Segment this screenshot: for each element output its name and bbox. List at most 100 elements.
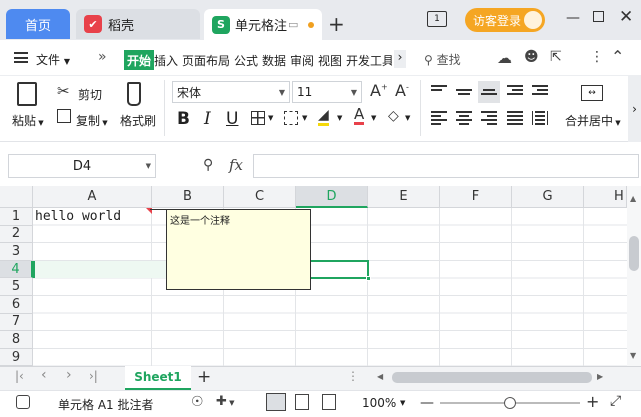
cell-style-icon[interactable] bbox=[284, 111, 298, 125]
tab-data[interactable]: 数据 bbox=[262, 52, 286, 69]
row-header-9[interactable]: 9 bbox=[0, 348, 33, 367]
horizontal-scroll-thumb[interactable] bbox=[392, 372, 592, 383]
tab-page-layout[interactable]: 页面布局 bbox=[182, 52, 230, 69]
align-justify-icon[interactable] bbox=[507, 111, 523, 125]
chevron-down-icon[interactable]: ▼ bbox=[371, 114, 376, 122]
font-color-icon[interactable]: A bbox=[354, 107, 365, 125]
align-bottom-icon[interactable] bbox=[478, 81, 500, 103]
sheet-tab-sheet1[interactable]: Sheet1 bbox=[125, 366, 191, 390]
row-header-1[interactable]: 1 bbox=[0, 208, 33, 226]
tab-view[interactable]: 视图 bbox=[318, 52, 342, 69]
tab-start[interactable]: 开始 bbox=[124, 50, 155, 70]
italic-button[interactable]: I bbox=[204, 109, 211, 129]
sheet-options-icon[interactable]: ⋮ bbox=[347, 369, 359, 383]
format-painter-button[interactable]: 格式刷 bbox=[120, 112, 156, 129]
tab-docer[interactable]: ✔ 稻壳 bbox=[76, 9, 200, 39]
tab-developer[interactable]: 开发工具 bbox=[346, 52, 392, 69]
eye-protection-icon[interactable]: ☉ bbox=[191, 394, 204, 410]
column-header-f[interactable]: F bbox=[440, 186, 512, 208]
zoom-level[interactable]: 100% bbox=[362, 396, 396, 410]
more-menu-icon[interactable]: » bbox=[98, 49, 107, 65]
cloud-icon[interactable]: ☁ bbox=[497, 49, 512, 67]
copy-button[interactable]: 复制 ▼ bbox=[76, 112, 108, 129]
zoom-slider[interactable] bbox=[440, 397, 580, 409]
cut-button[interactable]: 剪切 bbox=[78, 86, 102, 103]
comment-box[interactable]: 这是一个注释 bbox=[166, 209, 311, 290]
zoom-dropdown-icon[interactable]: ▼ bbox=[400, 399, 405, 407]
normal-view-icon[interactable] bbox=[266, 393, 286, 411]
zoom-in-icon[interactable]: + bbox=[586, 392, 599, 411]
maximize-icon[interactable] bbox=[593, 11, 604, 22]
zoom-formula-icon[interactable]: ⚲ bbox=[203, 157, 213, 173]
chevron-down-icon[interactable]: ▼ bbox=[302, 114, 307, 122]
row-header-6[interactable]: 6 bbox=[0, 296, 33, 314]
row-header-4[interactable]: 4 bbox=[0, 260, 33, 279]
macro-record-icon[interactable] bbox=[16, 395, 30, 409]
align-middle-icon[interactable] bbox=[456, 85, 472, 99]
formula-input[interactable] bbox=[253, 154, 639, 178]
column-header-b[interactable]: B bbox=[152, 186, 224, 208]
column-header-h[interactable]: H bbox=[584, 186, 627, 208]
font-size-select[interactable]: 11 ▼ bbox=[292, 81, 362, 103]
column-header-d[interactable]: D bbox=[296, 186, 368, 208]
tab-review[interactable]: 审阅 bbox=[290, 52, 314, 69]
align-left-icon[interactable] bbox=[431, 111, 447, 125]
font-name-select[interactable]: 宋体 ▼ bbox=[172, 81, 290, 103]
column-header-g[interactable]: G bbox=[512, 186, 584, 208]
close-icon[interactable]: ✕ bbox=[619, 7, 633, 27]
collapse-ribbon-icon[interactable]: ⌃ bbox=[611, 47, 624, 66]
merge-center-button[interactable]: 合并居中 ▼ bbox=[565, 112, 621, 129]
align-right-icon[interactable] bbox=[481, 111, 497, 125]
paste-button[interactable]: 粘贴 ▼ bbox=[12, 112, 44, 129]
column-header-c[interactable]: C bbox=[224, 186, 296, 208]
zoom-slider-knob[interactable] bbox=[504, 397, 516, 409]
row-header-5[interactable]: 5 bbox=[0, 278, 33, 296]
more-options-icon[interactable]: ⋮ bbox=[590, 49, 604, 65]
indent-increase-icon[interactable] bbox=[532, 85, 548, 99]
merge-center-icon[interactable]: ↔ bbox=[581, 85, 603, 101]
vertical-scrollbar[interactable]: ▲ ▼ bbox=[627, 186, 641, 366]
tab-formula[interactable]: 公式 bbox=[234, 52, 258, 69]
visitor-login-button[interactable]: 访客登录 bbox=[465, 8, 545, 32]
row-header-3[interactable]: 3 bbox=[0, 243, 33, 261]
column-header-e[interactable]: E bbox=[368, 186, 440, 208]
fullscreen-icon[interactable]: ⤢ bbox=[610, 393, 621, 409]
window-switch-icon[interactable]: 1 bbox=[427, 11, 447, 27]
page-break-view-icon[interactable] bbox=[322, 394, 336, 410]
hamburger-icon[interactable] bbox=[14, 52, 28, 63]
search-button[interactable]: ⚲ 查找 bbox=[424, 51, 461, 68]
tab-document[interactable]: S 单元格注 ▭ bbox=[204, 9, 322, 40]
new-tab-button[interactable]: + bbox=[328, 12, 345, 36]
name-box[interactable]: D4 ▼ bbox=[8, 154, 156, 178]
add-sheet-button[interactable]: + bbox=[197, 367, 211, 387]
hscroll-left-icon[interactable]: ◀ bbox=[377, 372, 383, 381]
align-center-icon[interactable] bbox=[456, 111, 472, 125]
chevron-down-icon[interactable]: ▼ bbox=[337, 114, 342, 122]
fx-icon[interactable]: fx bbox=[229, 156, 243, 174]
bold-button[interactable]: B bbox=[177, 109, 190, 129]
column-header-a[interactable]: A bbox=[33, 186, 152, 208]
borders-icon[interactable] bbox=[251, 111, 265, 125]
prev-sheet-icon[interactable]: ‹ bbox=[41, 367, 47, 383]
fill-color-icon[interactable]: ◢ bbox=[318, 108, 329, 126]
collaborate-icon[interactable]: ☻ bbox=[524, 49, 539, 65]
minimize-icon[interactable]: — bbox=[566, 10, 580, 26]
increase-font-icon[interactable]: A+ bbox=[370, 81, 388, 100]
select-all-corner[interactable] bbox=[0, 186, 33, 208]
row-header-7[interactable]: 7 bbox=[0, 313, 33, 332]
first-sheet-icon[interactable]: |‹ bbox=[15, 369, 24, 383]
scroll-tabs-right-icon[interactable]: › bbox=[394, 50, 406, 68]
paste-icon[interactable] bbox=[17, 82, 37, 106]
row-header-2[interactable]: 2 bbox=[0, 225, 33, 244]
chevron-down-icon[interactable]: ▼ bbox=[405, 114, 410, 122]
chevron-down-icon[interactable]: ▼ bbox=[268, 114, 273, 122]
menu-file[interactable]: 文件 ▼ bbox=[36, 51, 70, 68]
view-mode-icon[interactable]: ✚ ▼ bbox=[216, 394, 235, 409]
tab-insert[interactable]: 插入 bbox=[154, 52, 178, 69]
page-layout-view-icon[interactable] bbox=[295, 394, 309, 410]
indent-decrease-icon[interactable] bbox=[507, 85, 523, 99]
vertical-scroll-thumb[interactable] bbox=[629, 236, 639, 271]
next-sheet-icon[interactable]: › bbox=[66, 367, 72, 383]
fill-handle[interactable] bbox=[366, 276, 371, 281]
row-header-8[interactable]: 8 bbox=[0, 331, 33, 349]
